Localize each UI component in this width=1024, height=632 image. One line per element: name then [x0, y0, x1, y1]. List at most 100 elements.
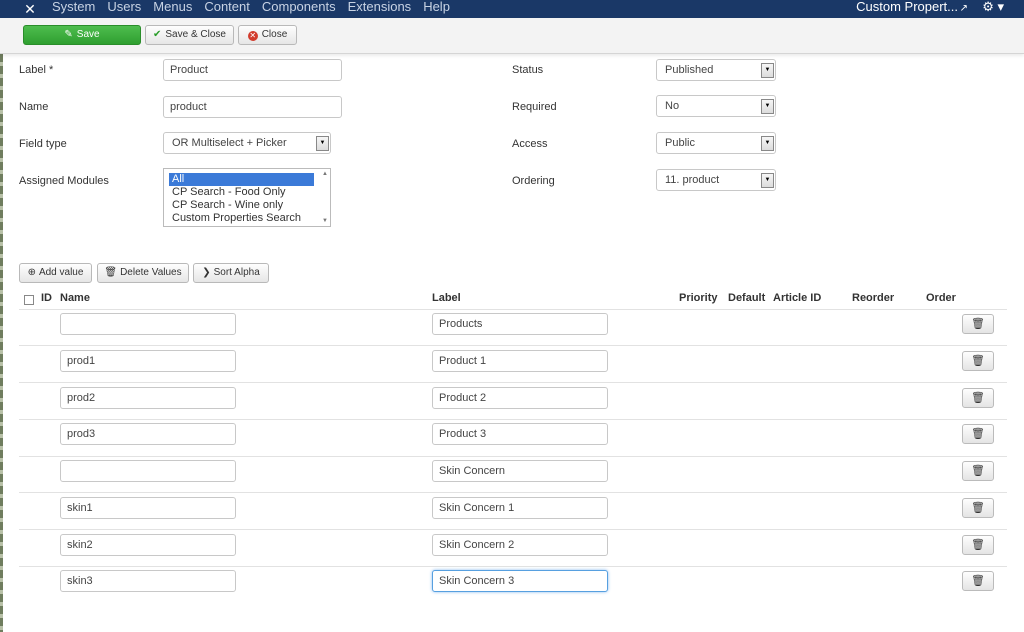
delete-row-button[interactable]: 🗑	[962, 498, 994, 518]
col-id-header: ID	[41, 292, 52, 304]
access-select[interactable]: Public ▼	[656, 132, 776, 154]
trash-icon: 🗑	[104, 267, 118, 278]
trash-icon: 🗑	[971, 465, 985, 477]
value-label-input[interactable]: Product 2	[432, 387, 608, 409]
col-reorder-header: Reorder	[852, 292, 895, 304]
scroll-up-icon[interactable]: ▲	[322, 171, 328, 177]
value-name-input[interactable]	[60, 313, 236, 335]
value-label-input[interactable]: Skin Concern 2	[432, 534, 608, 556]
menu-extensions[interactable]: Extensions	[348, 0, 412, 18]
chevron-down-icon: ▼	[761, 173, 774, 188]
module-option[interactable]: CP Search - Wine only	[169, 199, 314, 212]
add-value-button[interactable]: ⊕ Add value	[19, 263, 92, 283]
label-field-label: Label *	[19, 64, 54, 76]
chevron-down-icon: ▼	[761, 99, 774, 114]
required-label: Required	[512, 101, 557, 113]
col-label-header: Label	[432, 292, 461, 304]
label-input[interactable]: Product	[163, 59, 342, 81]
delete-values-button[interactable]: 🗑 Delete Values	[97, 263, 189, 283]
delete-row-button[interactable]: 🗑	[962, 388, 994, 408]
col-name-header: Name	[60, 292, 90, 304]
col-priority-header: Priority	[679, 292, 718, 304]
value-name-input[interactable]	[60, 460, 236, 482]
status-select[interactable]: Published ▼	[656, 59, 776, 81]
menu-help[interactable]: Help	[423, 0, 450, 18]
menu-menus[interactable]: Menus	[153, 0, 192, 18]
joomla-logo-icon[interactable]: ✕	[22, 1, 38, 17]
scroll-down-icon[interactable]: ▼	[322, 218, 328, 224]
close-button[interactable]: ✕ Close	[238, 25, 297, 45]
name-input[interactable]: product	[163, 96, 342, 118]
value-name-input[interactable]: skin2	[60, 534, 236, 556]
menu-users[interactable]: Users	[107, 0, 141, 18]
close-icon: ✕	[247, 31, 258, 41]
assigned-modules-listbox[interactable]: All CP Search - Food Only CP Search - Wi…	[163, 168, 331, 227]
value-label-input[interactable]: Skin Concern 1	[432, 497, 608, 519]
fieldtype-label: Field type	[19, 138, 67, 150]
row-divider	[19, 419, 1007, 420]
value-label-input[interactable]: Product 1	[432, 350, 608, 372]
save-button[interactable]: ✎ Save	[23, 25, 141, 45]
trash-icon: 🗑	[971, 428, 985, 440]
row-divider	[19, 492, 1007, 493]
delete-row-button[interactable]: 🗑	[962, 424, 994, 444]
row-divider	[19, 309, 1007, 310]
ordering-select[interactable]: 11. product ▼	[656, 169, 776, 191]
value-label-input[interactable]: Products	[432, 313, 608, 335]
window-edge	[0, 54, 3, 632]
value-label-input[interactable]: Skin Concern	[432, 460, 608, 482]
required-select[interactable]: No ▼	[656, 95, 776, 117]
value-name-input[interactable]: skin3	[60, 570, 236, 592]
trash-icon: 🗑	[971, 502, 985, 514]
value-name-input[interactable]: prod2	[60, 387, 236, 409]
delete-row-button[interactable]: 🗑	[962, 535, 994, 555]
chevron-down-icon: ▼	[761, 136, 774, 151]
row-divider	[19, 456, 1007, 457]
row-divider	[19, 566, 1007, 567]
delete-row-button[interactable]: 🗑	[962, 314, 994, 334]
gear-icon[interactable]: ⚙ ▾	[982, 0, 1004, 14]
select-all-checkbox[interactable]	[24, 295, 34, 305]
plus-circle-icon: ⊕	[27, 267, 36, 278]
value-label-input-active[interactable]: Skin Concern 3	[432, 570, 608, 592]
col-order-header: Order	[926, 292, 956, 304]
delete-row-button[interactable]: 🗑	[962, 571, 994, 591]
access-label: Access	[512, 138, 548, 150]
value-name-input[interactable]: prod3	[60, 423, 236, 445]
menu-content[interactable]: Content	[204, 0, 250, 18]
ordering-label: Ordering	[512, 175, 555, 187]
assigned-modules-label: Assigned Modules	[19, 175, 109, 187]
save-close-button[interactable]: ✔ Save & Close	[145, 25, 234, 45]
external-link-icon[interactable]: ↗	[960, 3, 968, 14]
trash-icon: 🗑	[971, 392, 985, 404]
row-divider	[19, 345, 1007, 346]
menu-components[interactable]: Components	[262, 0, 336, 18]
module-option-all[interactable]: All	[169, 173, 314, 186]
main-menu: System Users Menus Content Components Ex…	[52, 0, 462, 18]
trash-icon: 🗑	[971, 575, 985, 587]
delete-row-button[interactable]: 🗑	[962, 461, 994, 481]
value-label-input[interactable]: Product 3	[432, 423, 608, 445]
site-title-link[interactable]: Custom Propert...	[856, 0, 958, 14]
delete-row-button[interactable]: 🗑	[962, 351, 994, 371]
save-icon: ✎	[64, 29, 73, 40]
module-option[interactable]: CP Search - Food Only	[169, 186, 314, 199]
name-field-label: Name	[19, 101, 49, 113]
col-default-header: Default	[728, 292, 766, 304]
value-name-input[interactable]: prod1	[60, 350, 236, 372]
chevron-down-icon: ▼	[316, 136, 329, 151]
value-name-input[interactable]: skin1	[60, 497, 236, 519]
chevron-down-icon: ▼	[761, 63, 774, 78]
trash-icon: 🗑	[971, 539, 985, 551]
sort-alpha-button[interactable]: ❯ Sort Alpha	[193, 263, 269, 283]
top-navbar: ✕ System Users Menus Content Components …	[0, 0, 1024, 18]
fieldtype-select[interactable]: OR Multiselect + Picker ▼	[163, 132, 331, 154]
row-divider	[19, 529, 1007, 530]
menu-system[interactable]: System	[52, 0, 95, 18]
check-icon: ✔	[153, 29, 162, 40]
action-toolbar: ✎ Save ✔ Save & Close ✕ Close	[0, 18, 1024, 54]
trash-icon: 🗑	[971, 355, 985, 367]
status-label: Status	[512, 64, 544, 76]
chevron-down-icon: ❯	[202, 267, 211, 278]
module-option[interactable]: Custom Properties Search	[169, 212, 314, 225]
